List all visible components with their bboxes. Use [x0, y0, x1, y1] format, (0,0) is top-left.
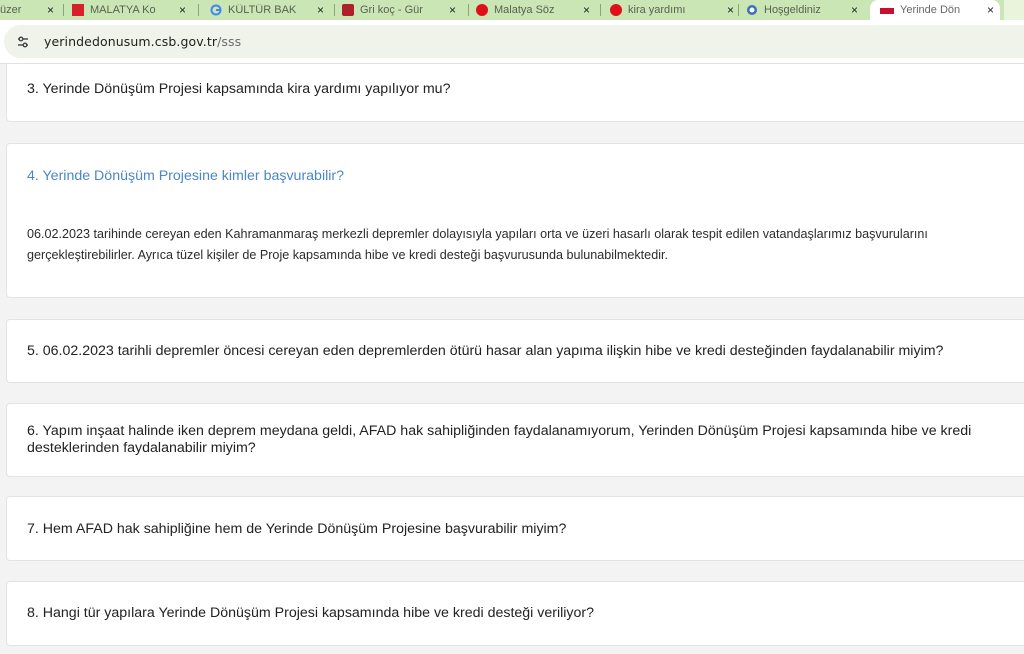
tab-6[interactable]: kira yardımı × — [610, 0, 740, 20]
tab-title: kira yardımı — [628, 4, 686, 16]
tab-2[interactable]: MALATYA Ko × — [72, 0, 192, 20]
tab-3[interactable]: KÜLTÜR BAK × — [210, 0, 330, 20]
ministry-icon — [880, 8, 894, 14]
tab-8-active[interactable]: Yerinde Dön × — [870, 0, 1000, 20]
tab-close-icon[interactable]: × — [317, 3, 324, 17]
tab-close-icon[interactable]: × — [987, 3, 994, 17]
google-icon — [210, 4, 222, 16]
flag-icon — [72, 4, 84, 16]
browser-toolbar: yerindedonusum.csb.gov.tr/sss — [0, 20, 1024, 64]
tab-1[interactable]: üzer × — [0, 0, 60, 20]
tab-4[interactable]: Gri koç - Gür × — [342, 0, 462, 20]
tab-close-icon[interactable]: × — [727, 3, 734, 17]
tab-close-icon[interactable]: × — [449, 3, 456, 17]
url-path: /sss — [217, 34, 242, 49]
tab-separator — [63, 4, 64, 16]
news-icon — [476, 4, 488, 16]
faq-question[interactable]: 5. 06.02.2023 tarihli depremler öncesi c… — [27, 343, 943, 359]
news-icon — [610, 4, 622, 16]
tab-5[interactable]: Malatya Söz × — [476, 0, 596, 20]
faq-item-8[interactable]: 8. Hangi tür yapılara Yerinde Dönüşüm Pr… — [6, 581, 1024, 646]
faq-question[interactable]: 7. Hem AFAD hak sahipliğine hem de Yerin… — [27, 521, 566, 537]
tab-separator — [738, 4, 739, 16]
faq-question[interactable]: 4. Yerinde Dönüşüm Projesine kimler başv… — [27, 168, 344, 184]
tab-separator — [468, 4, 469, 16]
tab-separator — [600, 4, 601, 16]
tab-strip: üzer × MALATYA Ko × KÜLTÜR BAK × Gri koç… — [0, 0, 1024, 20]
tab-title: Hoşgeldiniz — [764, 4, 821, 16]
site-settings-icon[interactable] — [12, 31, 34, 53]
faq-item-4-expanded[interactable]: 4. Yerinde Dönüşüm Projesine kimler başv… — [6, 143, 1024, 298]
faq-answer: 06.02.2023 tarihinde cereyan eden Kahram… — [27, 227, 928, 262]
seal-icon — [746, 4, 758, 16]
faq-item-6[interactable]: 6. Yapım inşaat halinde iken deprem meyd… — [6, 403, 1024, 477]
tab-close-icon[interactable]: × — [47, 3, 54, 17]
tab-close-icon[interactable]: × — [583, 3, 590, 17]
faq-question[interactable]: 3. Yerinde Dönüşüm Projesi kapsamında ki… — [27, 81, 450, 97]
tab-title: Gri koç - Gür — [360, 4, 423, 16]
tab-title: Malatya Söz — [494, 4, 555, 16]
address-bar[interactable]: yerindedonusum.csb.gov.tr/sss — [4, 25, 1024, 58]
url-domain: yerindedonusum.csb.gov.tr — [44, 34, 218, 49]
tab-close-icon[interactable]: × — [851, 3, 858, 17]
tab-title: MALATYA Ko — [90, 4, 156, 16]
faq-list: 3. Yerinde Dönüşüm Projesi kapsamında ki… — [0, 64, 1024, 654]
tab-close-icon[interactable]: × — [179, 3, 186, 17]
site-icon — [342, 4, 354, 16]
faq-item-3[interactable]: 3. Yerinde Dönüşüm Projesi kapsamında ki… — [6, 64, 1024, 122]
new-tab-button[interactable] — [1004, 0, 1024, 20]
tab-title: üzer — [0, 4, 22, 16]
tab-7[interactable]: Hoşgeldiniz × — [746, 0, 864, 20]
tab-title: Yerinde Dön — [900, 4, 961, 16]
url-text[interactable]: yerindedonusum.csb.gov.tr/sss — [44, 34, 241, 49]
faq-item-7[interactable]: 7. Hem AFAD hak sahipliğine hem de Yerin… — [6, 496, 1024, 561]
faq-question[interactable]: 6. Yapım inşaat halinde iken deprem meyd… — [27, 423, 1024, 457]
faq-item-5[interactable]: 5. 06.02.2023 tarihli depremler öncesi c… — [6, 319, 1024, 383]
tab-separator — [334, 4, 335, 16]
tab-title: KÜLTÜR BAK — [228, 4, 297, 16]
faq-question[interactable]: 8. Hangi tür yapılara Yerinde Dönüşüm Pr… — [27, 605, 594, 621]
tab-separator — [198, 4, 199, 16]
